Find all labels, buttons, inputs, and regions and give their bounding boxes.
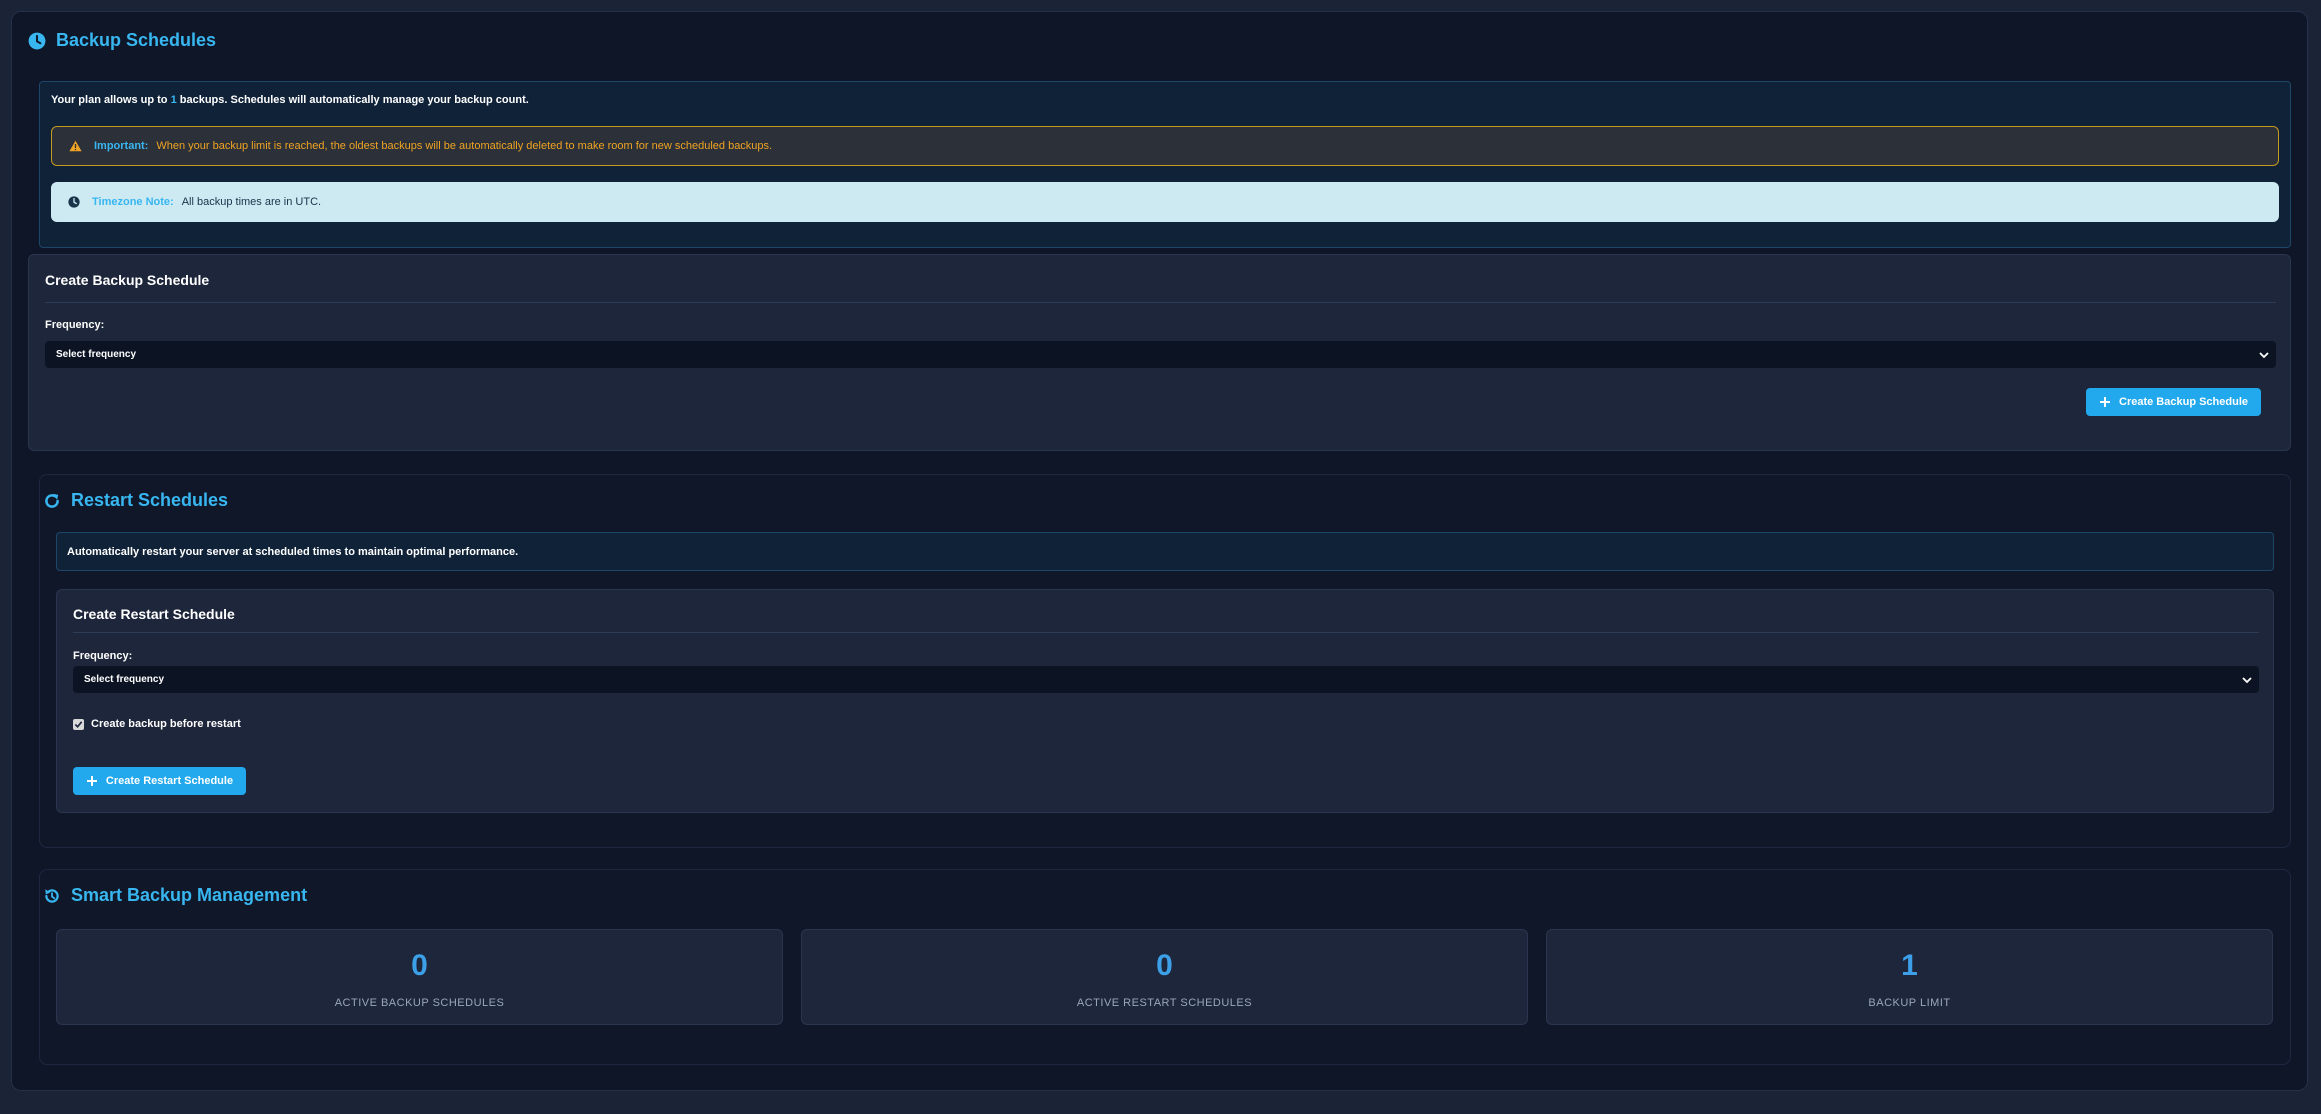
- main-panel: Backup Schedules Your plan allows up to …: [11, 11, 2308, 1091]
- plan-text-prefix: Your plan allows up to: [51, 94, 171, 106]
- create-backup-title: Create Backup Schedule: [45, 272, 210, 288]
- backup-before-restart-checkbox[interactable]: [73, 718, 84, 730]
- stat-active-restart-schedules: 0 ACTIVE RESTART SCHEDULES: [801, 929, 1528, 1025]
- refresh-icon: [45, 493, 59, 508]
- stat-label: ACTIVE RESTART SCHEDULES: [1076, 997, 1253, 1009]
- clock-icon: [28, 32, 46, 49]
- create-restart-button-label: Create Restart Schedule: [105, 775, 234, 787]
- restart-frequency-label: Frequency:: [73, 650, 133, 662]
- stat-value: 1: [1901, 949, 1918, 982]
- create-backup-button[interactable]: Create Backup Schedule: [2086, 388, 2261, 416]
- stat-value: 0: [411, 949, 428, 982]
- check-icon: [74, 720, 83, 728]
- smart-section-title: Smart Backup Management: [43, 885, 307, 906]
- create-restart-button[interactable]: Create Restart Schedule: [73, 767, 246, 795]
- restart-info-text: Automatically restart your server at sch…: [56, 532, 2274, 571]
- backup-before-restart-label: Create backup before restart: [91, 718, 241, 730]
- smart-title-text: Smart Backup Management: [71, 885, 308, 905]
- clock-icon: [68, 196, 80, 208]
- warning-alert: Important: When your backup limit is rea…: [51, 126, 2279, 166]
- chevron-down-icon: [2242, 676, 2252, 683]
- backup-info-panel: Your plan allows up to 1 backups. Schedu…: [39, 81, 2291, 248]
- warning-label: Important:: [94, 140, 149, 152]
- timezone-label: Timezone Note:: [92, 196, 174, 208]
- create-backup-card: Create Backup Schedule Frequency: Select…: [28, 254, 2291, 451]
- create-restart-card: Create Restart Schedule Frequency: Selec…: [56, 589, 2274, 813]
- restart-frequency-select[interactable]: Select frequency: [73, 666, 2259, 693]
- chevron-down-icon: [2259, 351, 2269, 358]
- plan-text-suffix: backups. Schedules will automatically ma…: [176, 94, 529, 106]
- create-restart-title: Create Restart Schedule: [73, 606, 235, 622]
- warning-text: When your backup limit is reached, the o…: [156, 140, 773, 152]
- timezone-alert: Timezone Note: All backup times are in U…: [51, 182, 2279, 222]
- backup-title-text: Backup Schedules: [56, 30, 217, 50]
- restart-frequency-value: Select frequency: [84, 674, 165, 685]
- divider: [45, 302, 2276, 303]
- timezone-text: All backup times are in UTC.: [181, 196, 322, 208]
- backup-before-restart-option: Create backup before restart: [73, 718, 241, 730]
- restart-section-title: Restart Schedules: [43, 490, 228, 511]
- warning-triangle-icon: [69, 140, 82, 152]
- backup-frequency-value: Select frequency: [56, 349, 137, 360]
- stat-label: BACKUP LIMIT: [1868, 997, 1951, 1009]
- history-icon: [45, 888, 59, 903]
- plan-limit-text: Your plan allows up to 1 backups. Schedu…: [51, 94, 529, 106]
- restart-title-text: Restart Schedules: [71, 490, 229, 510]
- plus-icon: [2100, 397, 2110, 407]
- stat-label: ACTIVE BACKUP SCHEDULES: [334, 997, 505, 1009]
- backup-frequency-select[interactable]: Select frequency: [45, 341, 2276, 368]
- smart-section: Smart Backup Management 0 ACTIVE BACKUP …: [39, 869, 2291, 1065]
- stat-backup-limit: 1 BACKUP LIMIT: [1546, 929, 2273, 1025]
- divider: [73, 632, 2259, 633]
- stat-active-backup-schedules: 0 ACTIVE BACKUP SCHEDULES: [56, 929, 783, 1025]
- stat-value: 0: [1156, 949, 1173, 982]
- backup-frequency-label: Frequency:: [45, 319, 105, 331]
- create-backup-button-label: Create Backup Schedule: [2119, 396, 2248, 408]
- backup-section-title: Backup Schedules: [28, 30, 216, 51]
- plus-icon: [86, 776, 97, 786]
- restart-section: Restart Schedules Automatically restart …: [39, 474, 2291, 848]
